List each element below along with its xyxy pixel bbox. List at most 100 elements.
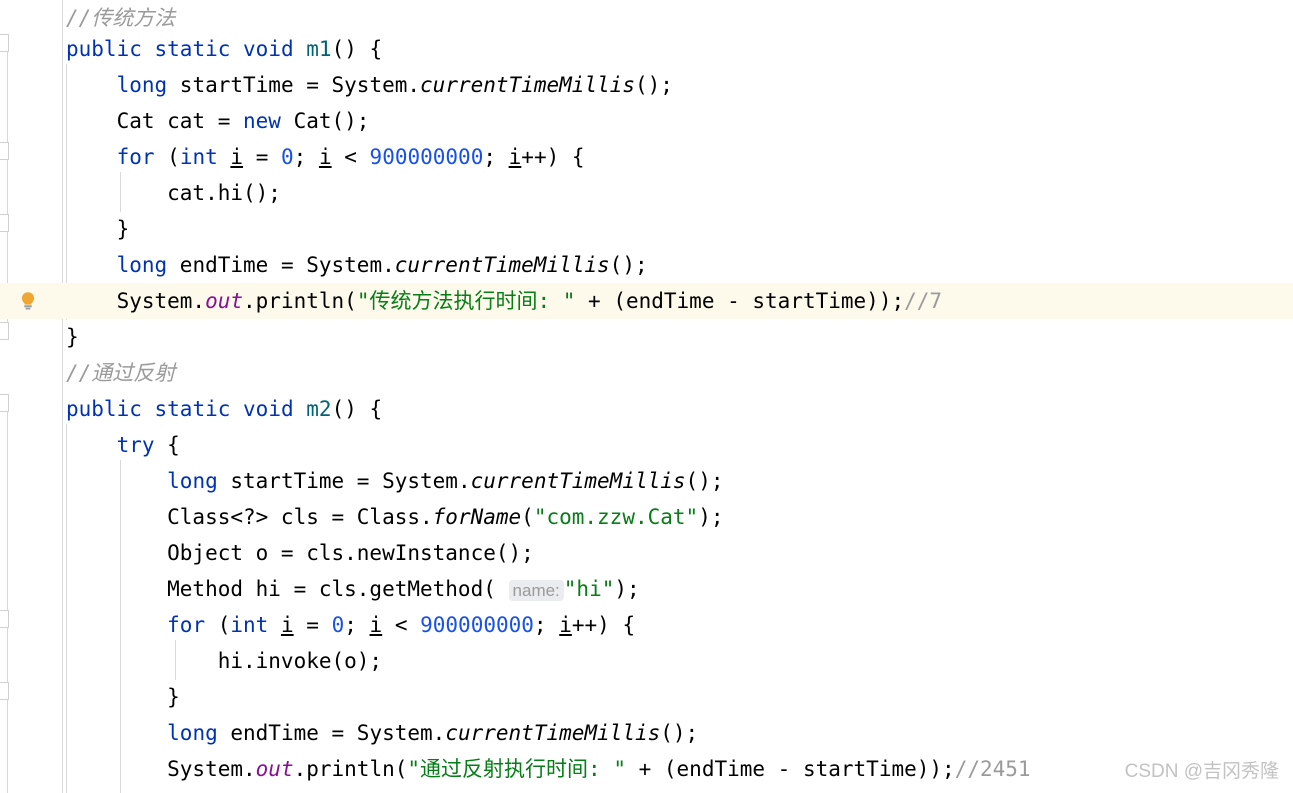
- code-token-plain: startTime = System.: [167, 73, 421, 97]
- code-token-kw: void: [243, 397, 294, 421]
- code-token-str: "通过反射执行时间: ": [407, 757, 626, 781]
- code-token-cmt-tail: //7: [904, 289, 943, 313]
- code-line[interactable]: long startTime = System.currentTimeMilli…: [0, 67, 1293, 103]
- code-token-plain: .println(: [243, 289, 357, 313]
- code-line[interactable]: System.out.println("传统方法执行时间: " + (endTi…: [0, 283, 1293, 319]
- code-line-content: Object o = cls.newInstance();: [0, 535, 534, 571]
- code-token-field: out: [205, 289, 244, 313]
- code-token-stat: currentTimeMillis: [420, 73, 635, 97]
- code-line[interactable]: cat.hi();: [0, 175, 1293, 211]
- code-token-plain: <: [331, 145, 370, 169]
- code-line[interactable]: for (int i = 0; i < 900000000; i++) {: [0, 139, 1293, 175]
- code-token-plain: endTime = System.: [167, 253, 395, 277]
- code-token-plain: ;: [533, 613, 560, 637]
- code-token-plain: startTime = System.: [217, 469, 471, 493]
- code-line[interactable]: }: [0, 319, 1293, 355]
- code-line[interactable]: public static void m1() {: [0, 31, 1293, 67]
- code-token-plain: ;: [293, 145, 319, 169]
- code-line[interactable]: long endTime = System.currentTimeMillis(…: [0, 247, 1293, 283]
- intention-lightbulb-icon[interactable]: [17, 290, 39, 312]
- code-token-plain: cat.hi();: [66, 181, 281, 205]
- code-line[interactable]: Class<?> cls = Class.forName("com.zzw.Ca…: [0, 499, 1293, 535]
- code-token-plain: =: [243, 145, 281, 169]
- code-token-stat: currentTimeMillis: [470, 469, 686, 493]
- code-line[interactable]: System.out.println("通过反射执行时间: " + (endTi…: [0, 751, 1293, 787]
- code-token-kw: public: [66, 37, 142, 61]
- code-token-str: "hi": [563, 577, 615, 601]
- code-token-stat: currentTimeMillis: [445, 721, 661, 745]
- code-token-method: m1: [306, 37, 332, 61]
- code-line-content: Method hi = cls.getMethod( name: "hi");: [0, 571, 640, 609]
- code-token-cmt: //通过反射: [66, 361, 176, 385]
- code-line-content: long startTime = System.currentTimeMilli…: [0, 67, 673, 103]
- code-token-str: "com.zzw.Cat": [533, 505, 699, 529]
- code-token-stat: forName: [432, 505, 522, 529]
- code-line-content: hi.invoke(o);: [0, 643, 382, 679]
- code-token-kw: long: [116, 253, 168, 277]
- code-line[interactable]: try {: [0, 427, 1293, 463]
- code-line-content: for (int i = 0; i < 900000000; i++) {: [0, 139, 585, 175]
- code-line-content: System.out.println("传统方法执行时间: " + (endTi…: [0, 283, 943, 319]
- code-token-plain: Cat cat =: [66, 109, 244, 133]
- code-token-plain: {: [154, 433, 180, 457]
- code-token-num: 900000000: [369, 145, 484, 169]
- code-token-plain: + (endTime - startTime));: [625, 757, 955, 781]
- code-line-content: long startTime = System.currentTimeMilli…: [0, 463, 723, 499]
- code-token-plain: Cat();: [280, 109, 370, 133]
- code-line[interactable]: hi.invoke(o);: [0, 643, 1293, 679]
- code-line-content: //通过反射: [0, 355, 175, 391]
- code-line[interactable]: Method hi = cls.getMethod( name: "hi");: [0, 571, 1293, 607]
- code-token-plain: );: [698, 505, 724, 529]
- code-token-plain: (: [154, 145, 180, 169]
- code-text-area[interactable]: //传统方法 public static void m1() { long sta…: [0, 0, 1293, 793]
- code-token-plain: }: [66, 217, 130, 241]
- code-token-kw: static: [154, 37, 231, 61]
- code-line[interactable]: Cat cat = new Cat();: [0, 103, 1293, 139]
- parameter-name-hint: name:: [508, 580, 564, 601]
- code-token-plain: }: [66, 685, 180, 709]
- code-line-content: for (int i = 0; i < 900000000; i++) {: [0, 607, 635, 643]
- code-token-var-u: i: [280, 613, 294, 637]
- code-token-plain: );: [614, 577, 640, 601]
- code-token-kw: void: [243, 37, 294, 61]
- code-line[interactable]: }: [0, 679, 1293, 715]
- code-token-kw: for: [116, 145, 155, 169]
- code-line[interactable]: public static void m2() {: [0, 391, 1293, 427]
- code-token-plain: (: [205, 613, 231, 637]
- code-token-num: 0: [281, 145, 294, 169]
- code-line[interactable]: }: [0, 211, 1293, 247]
- code-token-plain: () {: [331, 37, 383, 61]
- code-token-kw: new: [243, 109, 281, 133]
- code-token-num: 0: [331, 613, 345, 637]
- code-token-plain: ++) {: [571, 613, 636, 637]
- code-token-num: 900000000: [420, 613, 534, 637]
- code-line[interactable]: for (int i = 0; i < 900000000; i++) {: [0, 607, 1293, 643]
- code-token-kw: long: [167, 721, 218, 745]
- code-line[interactable]: long endTime = System.currentTimeMillis(…: [0, 715, 1293, 751]
- code-token-kw: try: [116, 433, 155, 457]
- code-token-var-u: i: [559, 613, 572, 637]
- code-line[interactable]: long startTime = System.currentTimeMilli…: [0, 463, 1293, 499]
- code-token-cmt: //传统方法: [66, 6, 176, 30]
- code-line[interactable]: //通过反射: [0, 355, 1293, 391]
- code-token-plain: ();: [685, 469, 724, 493]
- code-token-var-u: i: [508, 145, 522, 169]
- code-token-plain: Method hi = cls.getMethod(: [66, 577, 496, 601]
- code-token-plain: =: [293, 613, 332, 637]
- code-line[interactable]: Object o = cls.newInstance();: [0, 535, 1293, 571]
- code-line-content: }: [0, 679, 180, 715]
- code-token-plain: ();: [609, 253, 648, 277]
- code-token-plain: ;: [483, 145, 509, 169]
- code-token-kw: public: [66, 397, 142, 421]
- code-editor[interactable]: //传统方法 public static void m1() { long sta…: [0, 0, 1293, 793]
- code-token-plain: Class<?> cls = Class.: [66, 505, 433, 529]
- code-line-content: try {: [0, 427, 180, 463]
- code-token-plain: .println(: [293, 757, 408, 781]
